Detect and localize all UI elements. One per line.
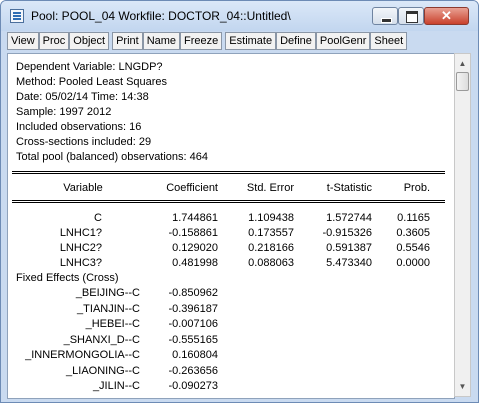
dependent-variable-line: Dependent Variable: LNGDP? bbox=[16, 61, 163, 73]
fixed-effects-label: Fixed Effects (Cross) bbox=[16, 272, 119, 284]
name-button[interactable]: Name bbox=[142, 32, 181, 50]
row-coefficient: -0.158861 bbox=[168, 227, 218, 239]
scroll-up-arrow-icon[interactable]: ▲ bbox=[456, 56, 469, 71]
fixed-effect-name: _SHANXI_D--C bbox=[63, 334, 140, 346]
row-prob: 0.5546 bbox=[396, 242, 430, 254]
scroll-down-arrow-icon[interactable]: ▼ bbox=[456, 379, 469, 394]
column-header-coefficient: Coefficient bbox=[166, 182, 218, 194]
column-header-variable: Variable bbox=[63, 182, 103, 194]
row-std-error: 0.088063 bbox=[248, 257, 294, 269]
window-title: Pool: POOL_04 Workfile: DOCTOR_04::Untit… bbox=[31, 9, 291, 23]
row-prob: 0.0000 bbox=[396, 257, 430, 269]
pool-window: Pool: POOL_04 Workfile: DOCTOR_04::Untit… bbox=[0, 0, 479, 403]
total-observations-line: Total pool (balanced) observations: 464 bbox=[16, 151, 209, 163]
table-header-rule bbox=[12, 200, 445, 203]
estimate-button[interactable]: Estimate bbox=[225, 32, 277, 50]
maximize-icon bbox=[406, 11, 418, 23]
fixed-effect-name: _LIAONING--C bbox=[66, 365, 140, 377]
date-line: Date: 05/02/14 Time: 14:38 bbox=[16, 91, 149, 103]
row-coefficient: 0.129020 bbox=[172, 242, 218, 254]
row-prob: 0.3605 bbox=[396, 227, 430, 239]
fixed-effect-name: _JILIN--C bbox=[92, 380, 140, 392]
row-t-statistic: -0.915326 bbox=[322, 227, 372, 239]
fixed-effect-value: 0.160804 bbox=[172, 349, 218, 361]
table-top-rule bbox=[12, 171, 445, 174]
title-bar[interactable]: Pool: POOL_04 Workfile: DOCTOR_04::Untit… bbox=[1, 1, 478, 31]
row-std-error: 1.109438 bbox=[248, 212, 294, 224]
define-button[interactable]: Define bbox=[276, 32, 316, 50]
row-coefficient: 0.481998 bbox=[172, 257, 218, 269]
maximize-button[interactable] bbox=[398, 7, 424, 25]
method-line: Method: Pooled Least Squares bbox=[16, 76, 168, 88]
fixed-effect-name: _BEIJING--C bbox=[75, 287, 140, 299]
fixed-effect-value: -0.850962 bbox=[168, 287, 218, 299]
row-prob: 0.1165 bbox=[397, 212, 430, 224]
minimize-icon bbox=[381, 18, 392, 23]
fixed-effect-value: -0.396187 bbox=[168, 303, 218, 315]
row-coefficient: 1.744861 bbox=[172, 212, 218, 224]
row-std-error: 0.173557 bbox=[248, 227, 294, 239]
cross-sections-line: Cross-sections included: 29 bbox=[16, 136, 152, 148]
proc-button[interactable]: Proc bbox=[38, 32, 70, 50]
row-t-statistic: 1.572744 bbox=[326, 212, 372, 224]
fixed-effect-value: -0.090273 bbox=[168, 380, 218, 392]
row-t-statistic: 5.473340 bbox=[326, 257, 372, 269]
row-variable: LNHC2? bbox=[59, 242, 102, 254]
object-button[interactable]: Object bbox=[69, 32, 110, 50]
estimation-output[interactable]: Dependent Variable: LNGDP? Method: Poole… bbox=[7, 53, 455, 399]
included-observations-line: Included observations: 16 bbox=[16, 121, 142, 133]
close-icon: ✕ bbox=[441, 8, 452, 23]
fixed-effect-value: -0.555165 bbox=[168, 334, 218, 346]
row-t-statistic: 0.591387 bbox=[326, 242, 372, 254]
vertical-scrollbar[interactable]: ▲ ▼ bbox=[454, 53, 471, 397]
fixed-effect-name: _HEBEI--C bbox=[85, 318, 140, 330]
row-variable: C bbox=[94, 212, 102, 224]
row-std-error: 0.218166 bbox=[248, 242, 294, 254]
close-button[interactable]: ✕ bbox=[424, 7, 469, 25]
toolbar: View Proc Object Print Name Freeze Estimate Def… bbox=[7, 32, 408, 52]
column-header-t-statistic: t-Statistic bbox=[326, 182, 372, 194]
fixed-effect-value: -0.007106 bbox=[168, 318, 218, 330]
pool-object-icon bbox=[10, 9, 24, 23]
sheet-button[interactable]: Sheet bbox=[370, 32, 408, 50]
column-header-std-error: Std. Error bbox=[246, 182, 294, 194]
fixed-effect-name: _INNERMONGOLIA--C bbox=[25, 349, 140, 361]
fixed-effect-value: -0.263656 bbox=[168, 365, 218, 377]
fixed-effect-name: _TIANJIN--C bbox=[77, 303, 140, 315]
row-variable: LNHC1? bbox=[59, 227, 102, 239]
view-button[interactable]: View bbox=[7, 32, 39, 50]
scrollbar-thumb[interactable] bbox=[456, 72, 469, 91]
freeze-button[interactable]: Freeze bbox=[180, 32, 223, 50]
print-button[interactable]: Print bbox=[112, 32, 143, 50]
column-header-prob: Prob. bbox=[403, 182, 430, 194]
sample-line: Sample: 1997 2012 bbox=[16, 106, 112, 118]
poolgenr-button[interactable]: PoolGenr bbox=[315, 32, 371, 50]
row-variable: LNHC3? bbox=[59, 257, 102, 269]
minimize-button[interactable] bbox=[372, 7, 398, 25]
